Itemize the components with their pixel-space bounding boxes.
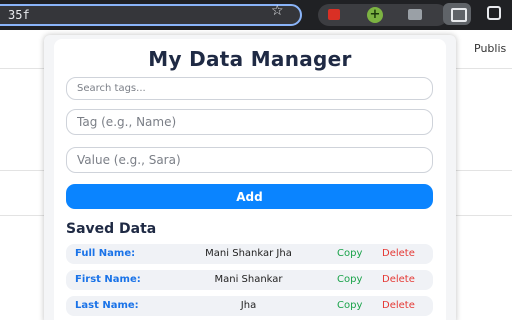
green-plus-extension-icon[interactable]: + bbox=[367, 7, 383, 23]
copy-button[interactable]: Copy bbox=[337, 248, 362, 259]
saved-data-heading: Saved Data bbox=[66, 221, 157, 237]
extension-popup: My Data Manager Add Saved Data Full Name… bbox=[44, 35, 456, 320]
add-button[interactable]: Add bbox=[66, 184, 433, 209]
bookmark-star-icon[interactable]: ☆ bbox=[271, 3, 284, 19]
extensions-menu-icon[interactable] bbox=[487, 6, 501, 20]
saved-row-value: Mani Shankar bbox=[214, 274, 283, 285]
saved-row: First Name: Mani Shankar Copy Delete bbox=[66, 270, 433, 290]
delete-button[interactable]: Delete bbox=[382, 300, 415, 311]
saved-row-value: Mani Shankar Jha bbox=[205, 248, 292, 259]
background-publish-text: Publis bbox=[474, 42, 507, 55]
address-text: 35f bbox=[8, 8, 30, 22]
saved-row: Full Name: Mani Shankar Jha Copy Delete bbox=[66, 244, 433, 264]
app-title: My Data Manager bbox=[148, 47, 352, 71]
value-input[interactable] bbox=[66, 147, 433, 173]
saved-row-label: Last Name: bbox=[75, 300, 139, 311]
copy-button[interactable]: Copy bbox=[337, 300, 362, 311]
saved-row-label: First Name: bbox=[75, 274, 141, 285]
delete-button[interactable]: Delete bbox=[382, 274, 415, 285]
browser-toolbar: 35f ☆ + bbox=[0, 0, 512, 30]
red-extension-icon[interactable] bbox=[328, 9, 340, 20]
saved-row-label: Full Name: bbox=[75, 248, 136, 259]
gray-extension-icon[interactable] bbox=[408, 9, 422, 20]
search-input[interactable] bbox=[66, 77, 433, 100]
delete-button[interactable]: Delete bbox=[382, 248, 415, 259]
active-extension-icon[interactable] bbox=[443, 3, 471, 25]
saved-row-value: Jha bbox=[240, 300, 257, 311]
data-manager-card: My Data Manager Add Saved Data Full Name… bbox=[54, 39, 446, 320]
address-bar[interactable]: 35f bbox=[0, 4, 302, 26]
copy-button[interactable]: Copy bbox=[337, 274, 362, 285]
saved-row: Last Name: Jha Copy Delete bbox=[66, 296, 433, 316]
tag-input[interactable] bbox=[66, 109, 433, 135]
